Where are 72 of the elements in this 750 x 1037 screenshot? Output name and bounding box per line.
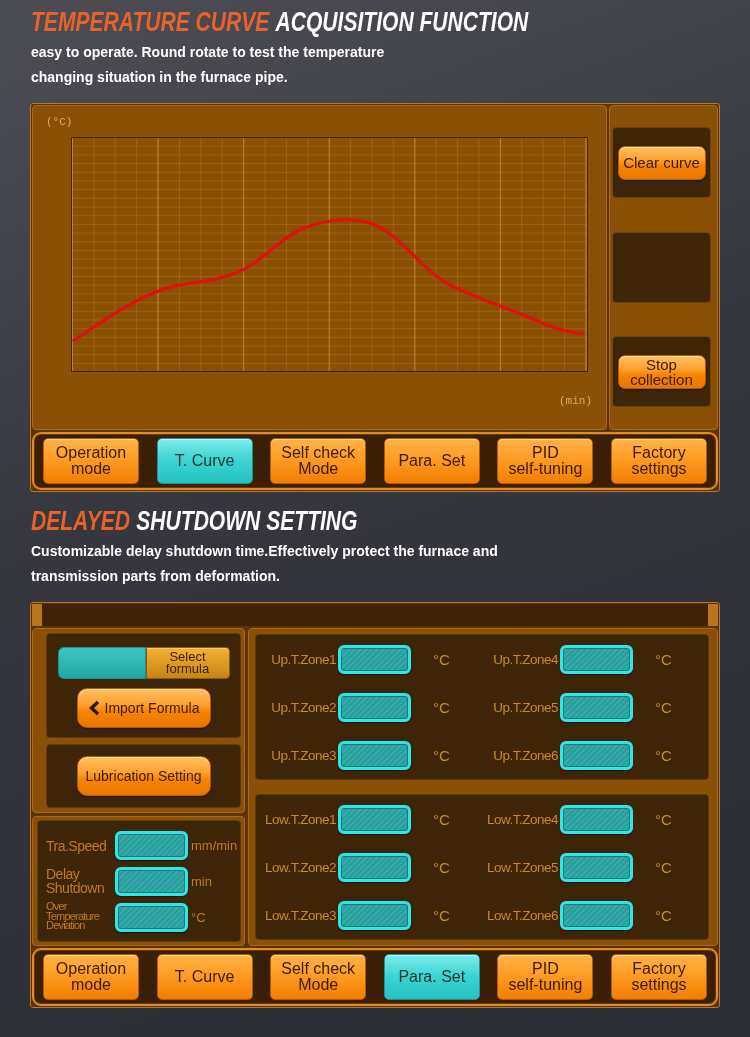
zone-temperature-field[interactable] <box>560 900 633 930</box>
mode-tab[interactable]: Self check Mode <box>270 954 367 1000</box>
unit-label: °C <box>433 906 450 924</box>
section-title: SHUTDOWN SETTING <box>136 506 358 536</box>
unit-label: °C <box>655 810 672 828</box>
chevron-left-icon <box>87 700 100 716</box>
zone-temperature-field[interactable] <box>560 644 633 674</box>
mode-tab[interactable]: Para. Set <box>383 438 480 484</box>
unit-label: °C <box>433 810 450 828</box>
unit-label: °C <box>433 650 450 668</box>
zone-label: Low.T.Zone5 <box>486 859 558 875</box>
section-title-accent: DELAYED <box>31 506 131 536</box>
zone-label: Up.T.Zone5 <box>493 699 558 715</box>
section-description: Customizable delay shutdown time.Effectively protect the furnace and transmission parts from deformation. <box>31 542 499 586</box>
zone-temperature-field[interactable] <box>338 644 411 674</box>
unit-label: °C <box>433 746 450 764</box>
mode-tab[interactable]: T. Curve <box>156 954 253 1000</box>
zone-temperature-field[interactable] <box>560 852 633 882</box>
setting-label: Delay Shutdown <box>46 866 106 895</box>
mode-tab[interactable]: T. Curve <box>156 438 253 484</box>
unit-label: °C <box>655 698 672 716</box>
unit-label: °C <box>655 746 672 764</box>
zone-temperature-field[interactable] <box>560 692 633 722</box>
axis-unit-label: (min) <box>559 394 592 407</box>
axis-unit-label: (°C) <box>46 115 73 128</box>
unit-label: °C <box>655 858 672 876</box>
zone-label: Up.T.Zone1 <box>271 651 336 667</box>
setting-label: Tra.Speed <box>46 838 107 853</box>
zone-temperature-field[interactable] <box>560 804 633 834</box>
zone-label: Up.T.Zone4 <box>493 651 558 667</box>
zone-label: Low.T.Zone4 <box>486 811 558 827</box>
unit-label: min <box>191 874 213 889</box>
clear-curve-button[interactable]: Clear curve <box>617 145 706 180</box>
mode-tab[interactable]: Self check Mode <box>270 438 367 484</box>
mode-tab[interactable]: Operation mode <box>43 954 139 1000</box>
select-formula-button[interactable]: Select formula <box>145 647 230 679</box>
setting-value-field[interactable] <box>115 867 188 896</box>
formula-name-field[interactable] <box>57 647 146 679</box>
unit-label: °C <box>433 858 450 876</box>
mode-tab[interactable]: PID self-tuning <box>497 954 594 1000</box>
unit-label: °C <box>655 650 672 668</box>
zone-label: Up.T.Zone6 <box>493 747 558 763</box>
zone-label: Low.T.Zone2 <box>264 859 336 875</box>
setting-label: Over Temperature Deviation <box>46 902 101 931</box>
stop-collection-button[interactable]: Stop collection <box>617 354 706 389</box>
import-formula-button[interactable]: Import Formula <box>76 688 211 728</box>
zone-temperature-field[interactable] <box>338 692 411 722</box>
mode-tab[interactable]: Factory settings <box>610 954 707 1000</box>
zone-label: Low.T.Zone6 <box>486 907 558 923</box>
zone-temperature-field[interactable] <box>338 740 411 770</box>
unit-label: °C <box>191 910 207 925</box>
mode-tab[interactable]: PID self-tuning <box>497 438 594 484</box>
unit-label: °C <box>433 698 450 716</box>
zone-label: Up.T.Zone3 <box>271 747 336 763</box>
zone-temperature-field[interactable] <box>338 852 411 882</box>
unit-label: °C <box>655 906 672 924</box>
lubrication-setting-button[interactable]: Lubrication Setting <box>76 756 211 796</box>
zone-temperature-field[interactable] <box>338 900 411 930</box>
zone-label: Low.T.Zone1 <box>264 811 336 827</box>
zone-temperature-field[interactable] <box>560 740 633 770</box>
setting-value-field[interactable] <box>115 903 188 932</box>
zone-label: Up.T.Zone2 <box>271 699 336 715</box>
mode-tab[interactable]: Operation mode <box>43 438 139 484</box>
mode-tab[interactable]: Factory settings <box>610 438 707 484</box>
zone-temperature-field[interactable] <box>338 804 411 834</box>
setting-value-field[interactable] <box>115 831 188 860</box>
section-title: ACQUISITION FUNCTION <box>275 7 529 37</box>
zone-label: Low.T.Zone3 <box>264 907 336 923</box>
section-description: easy to operate. Round rotate to test the temperature changing situation in the furnace pipe. <box>31 43 386 87</box>
mode-tab[interactable]: Para. Set <box>383 954 480 1000</box>
section-title-accent: TEMPERATURE CURVE <box>31 7 270 37</box>
unit-label: mm/min <box>191 838 239 853</box>
